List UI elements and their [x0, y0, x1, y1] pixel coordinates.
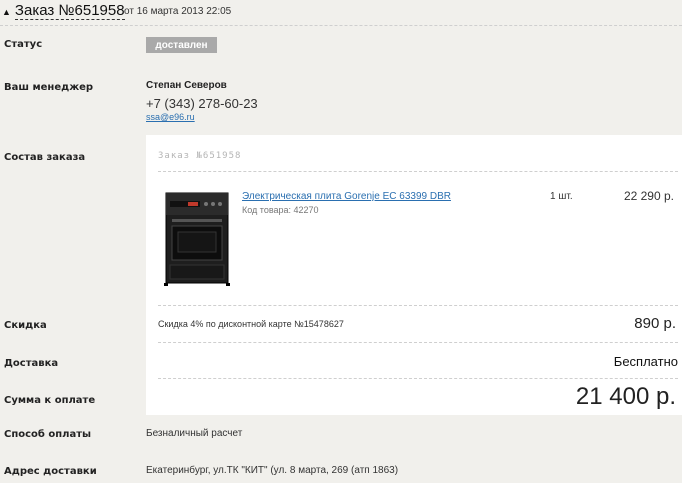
- status-badge: доставлен: [146, 37, 217, 53]
- items-divider: [158, 305, 678, 306]
- product-price: 22 290 р.: [623, 189, 674, 203]
- delivery-label: Доставка: [4, 358, 59, 369]
- payment-label: Способ оплаты: [4, 429, 92, 440]
- manager-name: Степан Северов: [146, 80, 227, 91]
- delivery-address: Екатеринбург, ул.ТК "КИТ" (ул. 8 марта, …: [146, 465, 399, 476]
- total-amount: 21 400 р.: [575, 383, 676, 410]
- header-divider: [0, 25, 682, 26]
- product-image[interactable]: [160, 189, 234, 287]
- product-code: Код товара: 42270: [242, 205, 319, 215]
- delivery-divider: [158, 378, 678, 379]
- total-label: Сумма к оплате: [4, 395, 96, 406]
- product-quantity: 1 шт.: [550, 191, 573, 202]
- discount-amount: 890 р.: [634, 315, 676, 332]
- payment-method: Безналичный расчет: [146, 428, 243, 439]
- discount-divider: [158, 342, 678, 343]
- panel-title: Заказ №651958: [158, 151, 242, 161]
- product-name-link[interactable]: Электрическая плита Gorenje EC 63399 DBR: [242, 191, 451, 202]
- discount-label: Скидка: [4, 320, 47, 331]
- panel-divider: [158, 171, 678, 172]
- discount-description: Скидка 4% по дисконтной карте №15478627: [158, 319, 344, 329]
- order-date: от 16 марта 2013 22:05: [124, 6, 232, 17]
- composition-label: Состав заказа: [4, 152, 86, 163]
- manager-email-link[interactable]: ssa@e96.ru: [146, 112, 195, 122]
- order-title: Заказ №651958: [14, 2, 125, 20]
- manager-phone: +7 (343) 278-60-23: [146, 96, 258, 111]
- status-label: Статус: [4, 39, 43, 50]
- delivery-value: Бесплатно: [613, 354, 678, 369]
- collapse-triangle-icon: ▲: [2, 6, 11, 17]
- address-label: Адрес доставки: [4, 466, 97, 477]
- manager-label: Ваш менеджер: [4, 82, 94, 93]
- order-title-toggle[interactable]: ▲ Заказ №651958: [2, 3, 125, 20]
